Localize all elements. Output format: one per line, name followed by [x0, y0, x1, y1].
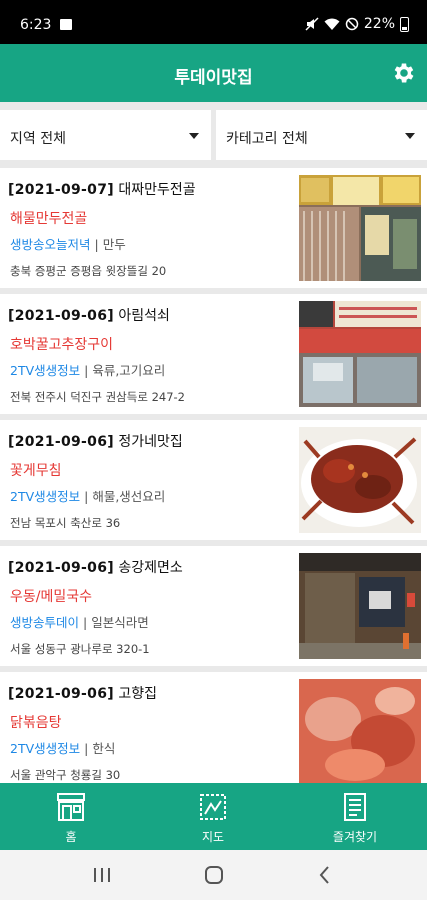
- dropdown-arrow-icon: [189, 133, 199, 139]
- map-icon: [200, 794, 226, 820]
- bottom-nav: 홈 지도 즐겨찾기: [0, 783, 427, 850]
- card-menu: 호박꿀고추장구이: [10, 337, 114, 353]
- card-menu: 해물만두전골: [10, 211, 88, 227]
- wifi-icon: [324, 18, 340, 30]
- card-category: 만두: [102, 237, 126, 252]
- card-category: 해물,생선요리: [92, 489, 166, 504]
- system-nav-bar: [0, 850, 427, 900]
- restaurant-photo: [299, 553, 421, 659]
- home-button-icon[interactable]: [203, 864, 225, 886]
- back-icon[interactable]: [316, 864, 334, 886]
- card-restaurant-name: 아림석쇠: [118, 308, 170, 324]
- card-date: [2021-09-06]: [8, 686, 114, 702]
- nav-favorites[interactable]: 즐겨찾기: [284, 783, 426, 850]
- filter-bar: 지역 전체 카테고리 전체: [0, 102, 427, 168]
- category-dropdown-label: 카테고리 전체: [226, 131, 308, 147]
- restaurant-photo: [299, 301, 421, 407]
- card-menu: 꽃게무침: [10, 463, 62, 479]
- card-program: 2TV생생정보: [10, 489, 81, 504]
- dropdown-arrow-icon: [405, 133, 415, 139]
- card-restaurant-name: 정가네맛집: [118, 434, 183, 450]
- card-restaurant-name: 고향집: [118, 686, 158, 702]
- battery-percent: 22%: [363, 16, 395, 32]
- nav-home[interactable]: 홈: [0, 783, 142, 850]
- card-date: [2021-09-06]: [8, 560, 114, 576]
- battery-icon: [400, 16, 409, 32]
- card-restaurant-name: 송강제면소: [118, 560, 183, 576]
- restaurant-card[interactable]: [2021-09-06] 정가네맛집 꽃게무침 2TV생생정보 | 해물,생선요…: [0, 420, 427, 540]
- card-source: 2TV생생정보 | 육류,고기요리: [10, 363, 166, 378]
- card-menu: 닭볶음탕: [10, 715, 62, 731]
- restaurant-photo: [299, 427, 421, 533]
- card-restaurant-name: 대짜만두전골: [118, 182, 196, 198]
- card-address: 전북 전주시 덕진구 권삼득로 247-2: [10, 390, 185, 404]
- region-dropdown-label: 지역 전체: [10, 131, 66, 147]
- card-source: 생방송투데이 | 일본식라면: [10, 615, 149, 630]
- restaurant-card[interactable]: [2021-09-06] 송강제면소 우동/메밀국수 생방송투데이 | 일본식라…: [0, 546, 427, 666]
- mute-icon: [305, 17, 319, 31]
- card-source: 2TV생생정보 | 해물,생선요리: [10, 489, 166, 504]
- status-bar: 6:23 22%: [0, 0, 427, 44]
- card-title: [2021-09-06] 아림석쇠: [8, 305, 170, 325]
- card-date: [2021-09-07]: [8, 182, 114, 198]
- card-source: 2TV생생정보 | 한식: [10, 741, 116, 756]
- card-program: 2TV생생정보: [10, 741, 81, 756]
- restaurant-photo: [299, 175, 421, 281]
- store-icon: [57, 793, 85, 821]
- recent-apps-icon[interactable]: [92, 864, 112, 886]
- bookmark-list-icon: [344, 793, 366, 821]
- card-category: 한식: [92, 741, 116, 756]
- gear-icon[interactable]: [391, 60, 417, 86]
- restaurant-list[interactable]: [2021-09-07] 대짜만두전골 해물만두전골 생방송오늘저녁 | 만두 …: [0, 168, 427, 783]
- nav-map-label: 지도: [201, 830, 225, 844]
- card-address: 전남 목포시 축산로 36: [10, 516, 121, 530]
- restaurant-card[interactable]: [2021-09-07] 대짜만두전골 해물만두전골 생방송오늘저녁 | 만두 …: [0, 168, 427, 288]
- do-not-disturb-icon: [345, 17, 359, 31]
- card-program: 2TV생생정보: [10, 363, 81, 378]
- restaurant-photo: [299, 679, 421, 783]
- card-title: [2021-09-07] 대짜만두전골: [8, 179, 196, 199]
- card-date: [2021-09-06]: [8, 434, 114, 450]
- nav-map[interactable]: 지도: [142, 783, 284, 850]
- nav-favorites-label: 즐겨찾기: [332, 830, 378, 844]
- card-address: 충북 증평군 증평읍 윗장뜰길 20: [10, 264, 167, 278]
- card-title: [2021-09-06] 송강제면소: [8, 557, 183, 577]
- card-program: 생방송오늘저녁: [10, 237, 91, 252]
- restaurant-card[interactable]: [2021-09-06] 고향집 닭볶음탕 2TV생생정보 | 한식 서울 관악…: [0, 672, 427, 783]
- card-menu: 우동/메밀국수: [10, 589, 92, 605]
- card-source: 생방송오늘저녁 | 만두: [10, 237, 126, 252]
- card-date: [2021-09-06]: [8, 308, 114, 324]
- card-title: [2021-09-06] 정가네맛집: [8, 431, 183, 451]
- card-address: 서울 성동구 광나루로 320-1: [10, 642, 150, 656]
- nav-home-label: 홈: [65, 830, 77, 844]
- status-indicators: 22%: [305, 16, 409, 32]
- category-dropdown[interactable]: 카테고리 전체: [216, 110, 427, 160]
- restaurant-card[interactable]: [2021-09-06] 아림석쇠 호박꿀고추장구이 2TV생생정보 | 육류,…: [0, 294, 427, 414]
- status-time: 6:23: [20, 17, 52, 33]
- app-title: 투데이맛집: [174, 68, 253, 88]
- card-address: 서울 관악구 청룡길 30: [10, 768, 121, 782]
- region-dropdown[interactable]: 지역 전체: [0, 110, 211, 160]
- card-title: [2021-09-06] 고향집: [8, 683, 157, 703]
- card-category: 육류,고기요리: [92, 363, 166, 378]
- card-program: 생방송투데이: [10, 615, 80, 630]
- app-bar: 투데이맛집: [0, 44, 427, 102]
- card-category: 일본식라면: [91, 615, 149, 630]
- message-icon: [60, 19, 72, 30]
